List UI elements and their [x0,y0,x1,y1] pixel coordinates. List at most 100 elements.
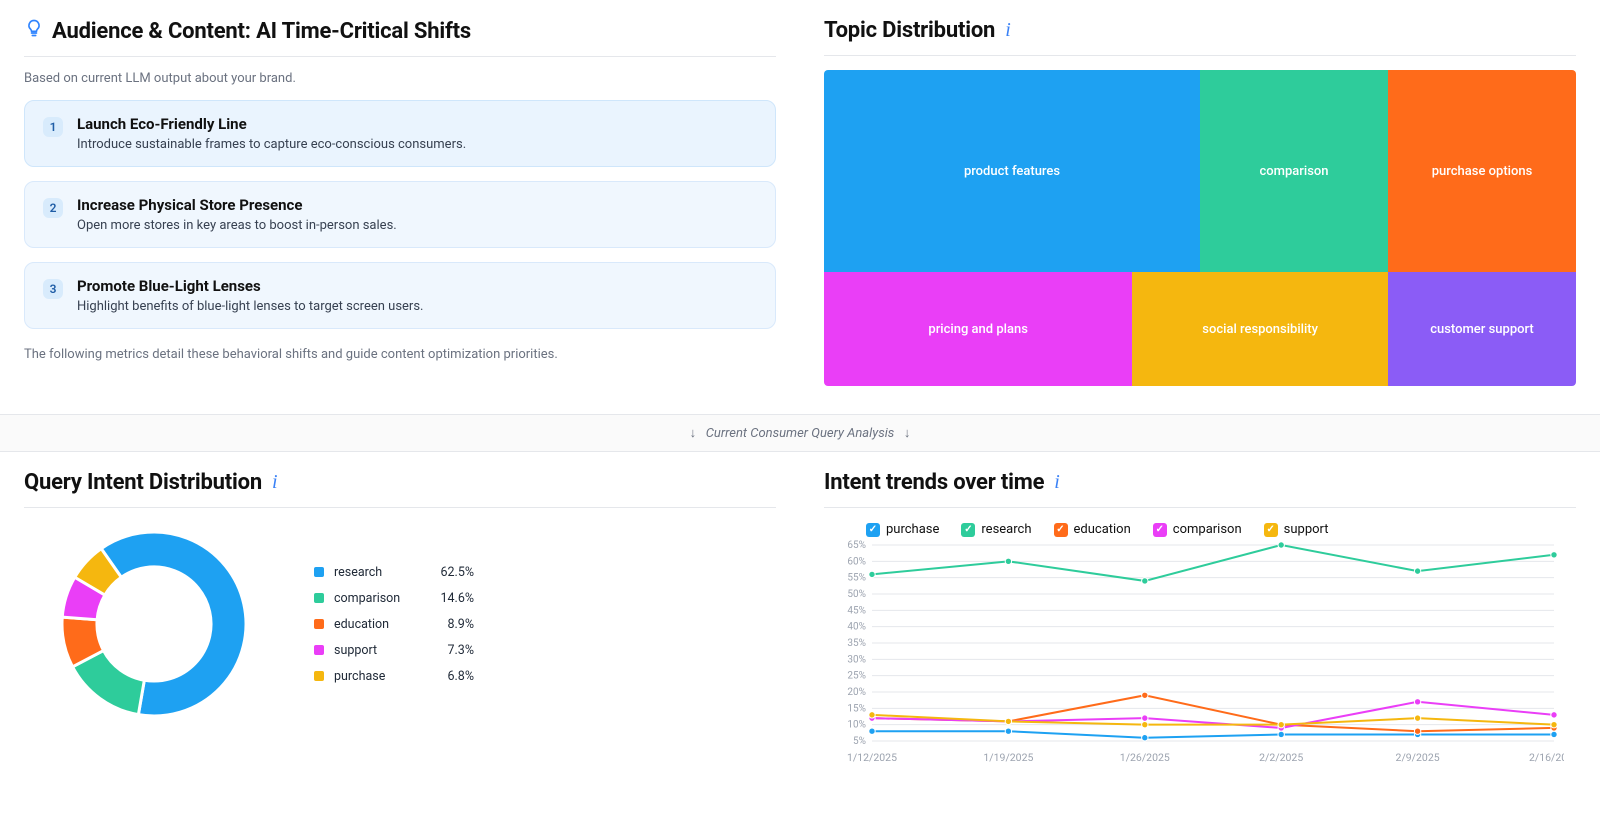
section-divider: ↓ Current Consumer Query Analysis ↓ [0,414,1600,452]
data-point[interactable] [1005,728,1011,734]
data-point[interactable] [1278,542,1284,548]
line-series[interactable] [872,545,1554,581]
info-icon[interactable]: i [1054,471,1059,494]
topic-title: Topic Distribution [824,18,995,43]
data-point[interactable] [869,728,875,734]
audience-title: Audience & Content: AI Time-Critical Shi… [52,19,471,44]
y-tick-label: 60% [847,556,866,567]
legend-value: 14.6% [424,591,474,606]
legend-item[interactable]: ✓ support [1264,522,1329,537]
data-point[interactable] [1414,699,1420,705]
data-point[interactable] [1005,558,1011,564]
y-tick-label: 20% [847,687,866,698]
data-point[interactable] [1142,721,1148,727]
card-title: Increase Physical Store Presence [77,196,397,214]
legend-item[interactable]: ✓research [961,522,1031,537]
legend-checkbox[interactable]: ✓ [1264,523,1278,537]
treemap-cell[interactable]: customer support [1388,272,1576,386]
legend-label: support [334,643,414,658]
legend-swatch [314,645,324,655]
y-tick-label: 15% [847,703,866,714]
data-point[interactable] [1142,715,1148,721]
data-point[interactable] [1414,715,1420,721]
query-intent-donut[interactable] [54,524,254,724]
legend-checkbox[interactable]: ✓ [961,523,975,537]
info-icon[interactable]: i [272,471,277,494]
data-point[interactable] [1142,578,1148,584]
card-title: Promote Blue-Light Lenses [77,277,423,295]
recommendation-card[interactable]: 2 Increase Physical Store Presence Open … [24,181,776,248]
y-tick-label: 50% [847,589,866,600]
legend-checkbox[interactable]: ✓ [866,523,880,537]
legend-item[interactable]: research 62.5% [314,559,474,585]
legend-swatch [314,567,324,577]
y-tick-label: 5% [853,736,866,747]
data-point[interactable] [1414,568,1420,574]
divider [24,56,776,57]
legend-item[interactable]: ✓ comparison [1153,522,1242,537]
divider [824,507,1576,508]
intent-trends-panel: Intent trends over time i ✓purchase ✓rese… [800,452,1600,801]
treemap-cell[interactable]: comparison [1200,70,1388,272]
divider [24,507,776,508]
y-tick-label: 65% [847,540,866,551]
line-legend: ✓purchase✓research✓education✓comparison✓… [866,522,1576,537]
legend-checkbox[interactable]: ✓ [1153,523,1167,537]
legend-value: 8.9% [424,617,474,632]
recommendation-card[interactable]: 1 Launch Eco-Friendly Line Introduce sus… [24,100,776,167]
treemap-cell[interactable]: product features [824,70,1200,272]
data-point[interactable] [1278,721,1284,727]
query-intent-panel: Query Intent Distribution i research 62.… [0,452,800,801]
x-tick-label: 1/19/2025 [983,751,1033,764]
legend-item[interactable]: education 8.9% [314,611,474,637]
legend-label: support [1284,522,1329,537]
legend-item[interactable]: ✓purchase [866,522,939,537]
data-point[interactable] [1142,735,1148,741]
recommendation-card[interactable]: 3 Promote Blue-Light Lenses Highlight be… [24,262,776,329]
legend-item[interactable]: comparison 14.6% [314,585,474,611]
legend-swatch [314,619,324,629]
x-tick-label: 1/12/2025 [847,751,897,764]
treemap-cell[interactable]: social responsibility [1132,272,1388,386]
legend-label: research [334,565,414,580]
legend-checkbox[interactable]: ✓ [1054,523,1068,537]
data-point[interactable] [869,712,875,718]
card-number: 2 [43,198,63,218]
y-tick-label: 35% [847,638,866,649]
query-intent-title: Query Intent Distribution [24,470,262,495]
legend-item[interactable]: ✓education [1054,522,1131,537]
data-point[interactable] [1142,692,1148,698]
y-tick-label: 45% [847,605,866,616]
legend-item[interactable]: support 7.3% [314,637,474,663]
data-point[interactable] [869,571,875,577]
info-icon[interactable]: i [1005,19,1010,42]
intent-trends-line-chart[interactable]: 5%10%15%20%25%30%35%40%45%50%55%60%65%1/… [824,539,1564,769]
audience-panel: Audience & Content: AI Time-Critical Shi… [0,0,800,414]
audience-subtitle: Based on current LLM output about your b… [24,71,776,86]
data-point[interactable] [1551,731,1557,737]
data-point[interactable] [1414,728,1420,734]
y-tick-label: 30% [847,654,866,665]
treemap-cell[interactable]: purchase options [1388,70,1576,272]
y-tick-label: 55% [847,573,866,584]
legend-label: comparison [1173,522,1242,537]
data-point[interactable] [1551,721,1557,727]
audience-footnote: The following metrics detail these behav… [24,347,776,362]
x-tick-label: 2/16/2025 [1529,751,1564,764]
data-point[interactable] [1005,718,1011,724]
topic-panel: Topic Distribution i product featurescom… [800,0,1600,414]
topic-treemap[interactable]: product featurescomparisonpurchase optio… [824,70,1576,386]
legend-value: 6.8% [424,669,474,684]
legend-value: 62.5% [424,565,474,580]
card-desc: Introduce sustainable frames to capture … [77,137,466,152]
data-point[interactable] [1278,731,1284,737]
intent-trends-title: Intent trends over time [824,470,1044,495]
data-point[interactable] [1551,552,1557,558]
down-arrow-icon: ↓ [904,426,911,441]
line-series[interactable] [872,731,1554,738]
treemap-cell[interactable]: pricing and plans [824,272,1132,386]
card-number: 3 [43,279,63,299]
legend-item[interactable]: purchase 6.8% [314,663,474,689]
data-point[interactable] [1551,712,1557,718]
line-series[interactable] [872,695,1554,731]
